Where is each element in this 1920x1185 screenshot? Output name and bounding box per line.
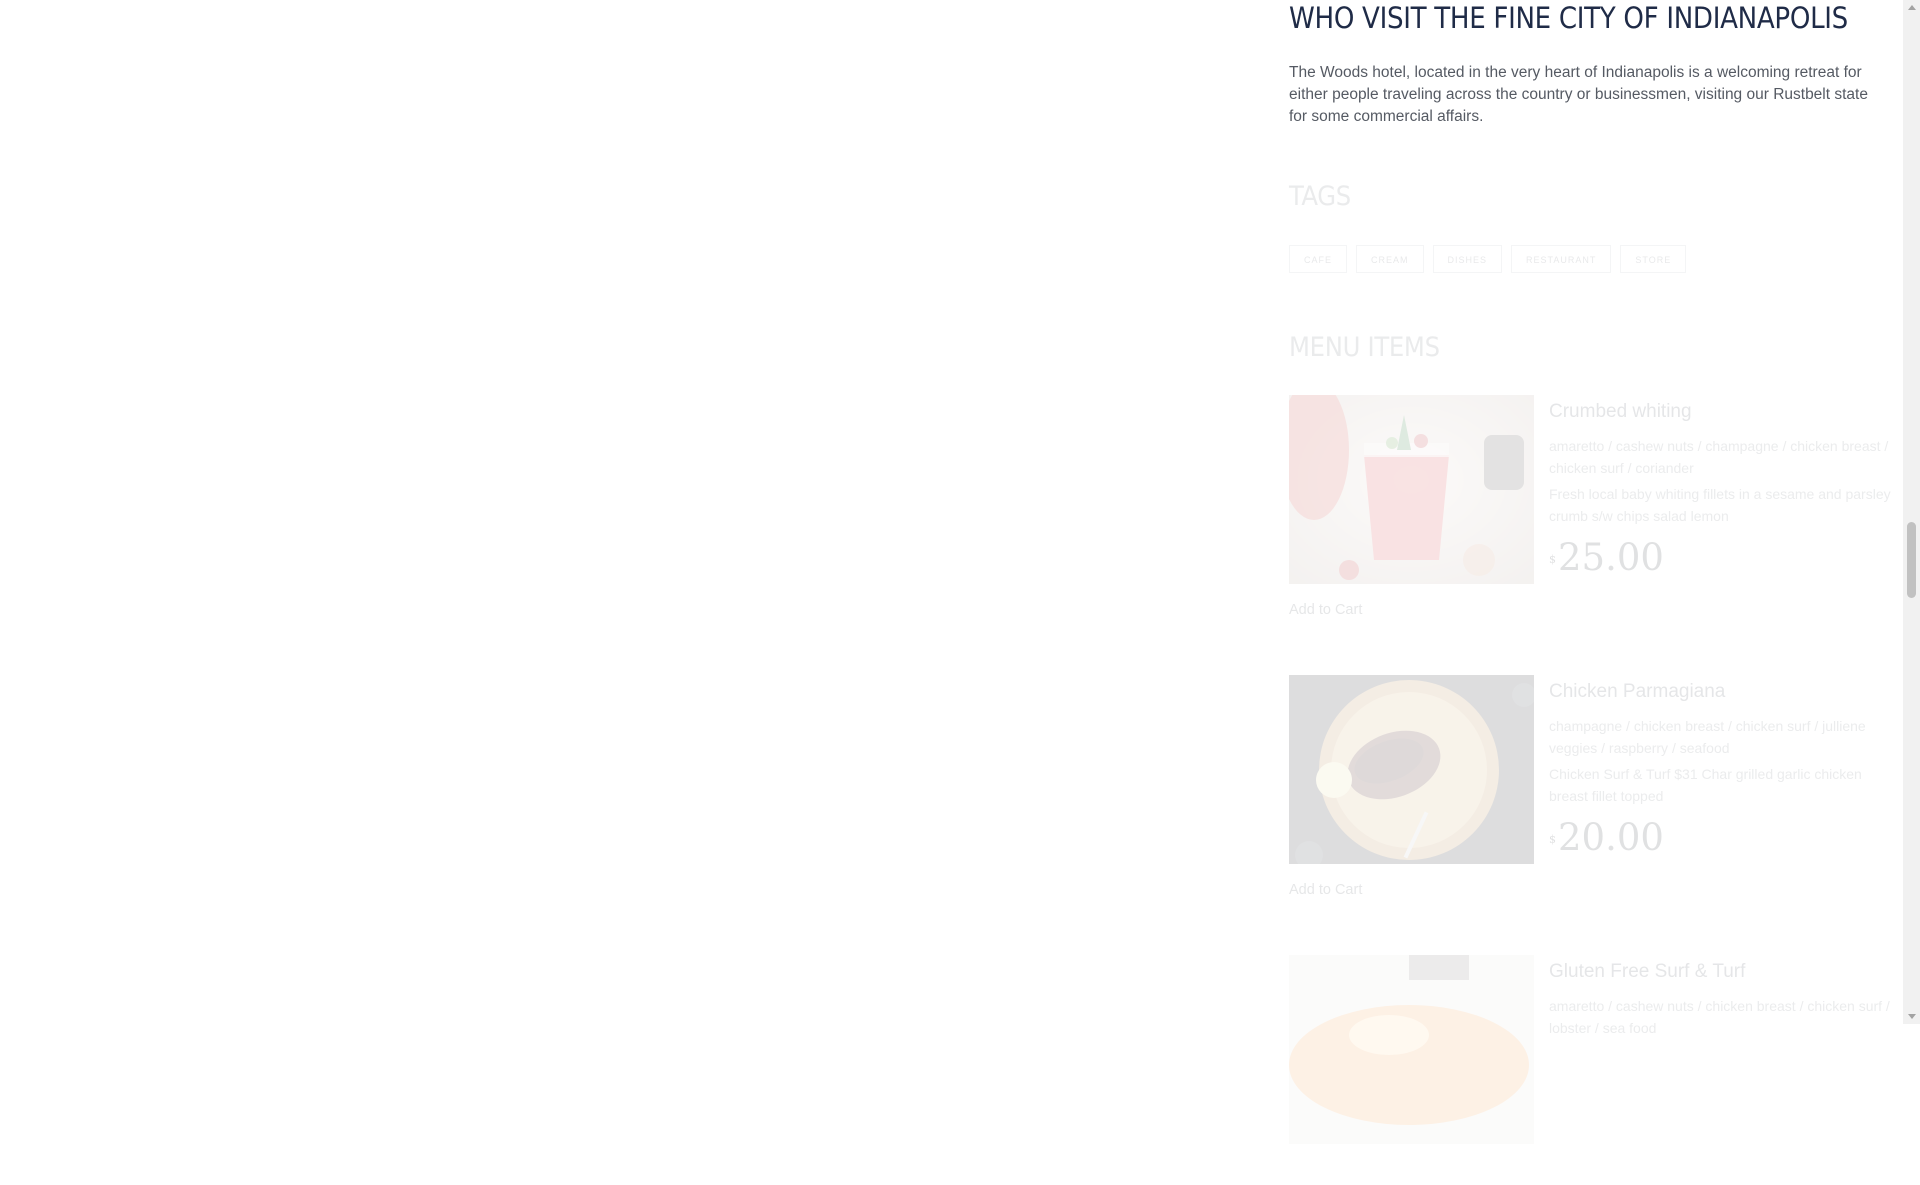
menu-items-title: MENU ITEMS: [1289, 332, 1440, 363]
tag-cloud: CAFE CREAM DISHES RESTAURANT STORE: [1289, 245, 1687, 273]
menu-item-price: $25.00: [1549, 537, 1664, 579]
food-photo[interactable]: [1289, 955, 1534, 1144]
menu-item-ingredients: amaretto / cashew nuts / chicken breast …: [1549, 998, 1890, 1036]
price-value: 20.00: [1558, 816, 1664, 859]
menu-item: Gluten Free Surf & Turf amaretto / cashe…: [1289, 955, 1901, 1185]
menu-item: Chicken Parmagiana champagne / chicken b…: [1289, 675, 1901, 905]
currency-symbol: $: [1549, 553, 1556, 566]
menu-item-price: $20.00: [1549, 817, 1664, 859]
tag-link[interactable]: STORE: [1620, 245, 1687, 273]
menu-item-description: Fresh local baby whiting fillets in a se…: [1549, 486, 1891, 524]
menu-item-ingredients: amaretto / cashew nuts / champagne / chi…: [1549, 438, 1889, 476]
scrollbar[interactable]: [1903, 0, 1920, 1024]
menu-item-name[interactable]: Chicken Parmagiana: [1549, 679, 1725, 705]
tags-title: TAGS: [1289, 181, 1351, 212]
add-to-cart-button[interactable]: Add to Cart: [1289, 882, 1362, 898]
tag-link[interactable]: CREAM: [1356, 245, 1424, 273]
tag-link[interactable]: CAFE: [1289, 245, 1348, 273]
tag-link[interactable]: RESTAURANT: [1511, 245, 1612, 273]
about-text: The Woods hotel, located in the very hea…: [1289, 64, 1868, 125]
cocktail-photo[interactable]: [1289, 395, 1534, 584]
scroll-up-arrow-icon[interactable]: [1908, 5, 1916, 10]
price-value: 25.00: [1558, 536, 1664, 579]
menu-item-name[interactable]: Gluten Free Surf & Turf: [1549, 959, 1745, 985]
about-title: WHO VISIT THE FINE CITY OF INDIANAPOLIS: [1289, 1, 1848, 35]
tag-link[interactable]: DISHES: [1432, 245, 1503, 273]
currency-symbol: $: [1549, 833, 1556, 846]
menu-item-ingredients: champagne / chicken breast / chicken sur…: [1549, 718, 1866, 756]
menu-item-description: Chicken Surf & Turf $31 Char grilled gar…: [1549, 766, 1862, 804]
scroll-down-arrow-icon[interactable]: [1908, 1014, 1916, 1019]
menu-item: Crumbed whiting amaretto / cashew nuts /…: [1289, 395, 1901, 625]
menu-item-name[interactable]: Crumbed whiting: [1549, 399, 1692, 425]
grilled-meat-photo[interactable]: [1289, 675, 1534, 864]
add-to-cart-button[interactable]: Add to Cart: [1289, 602, 1362, 618]
scroll-thumb[interactable]: [1907, 522, 1916, 598]
